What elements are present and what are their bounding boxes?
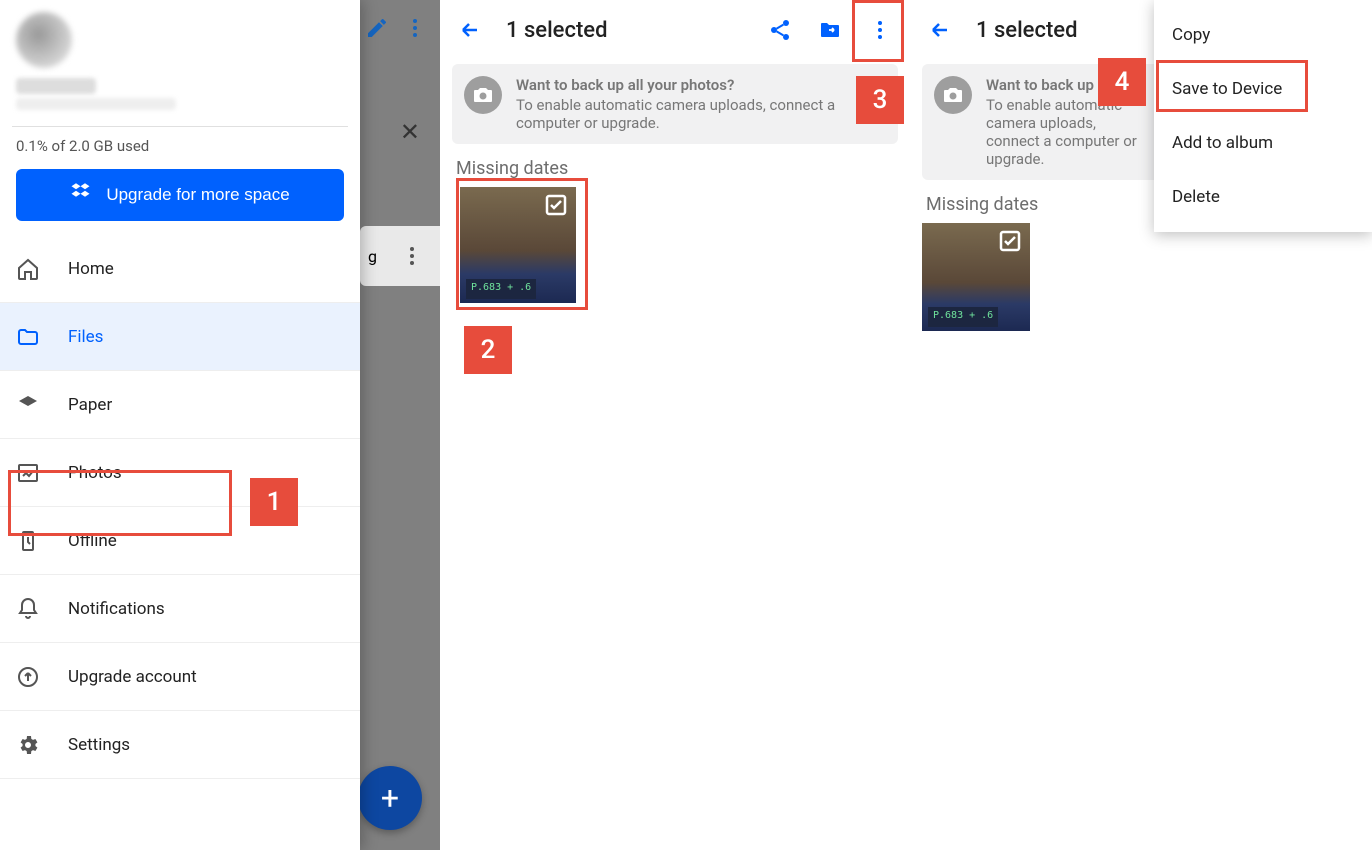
nav-upgrade[interactable]: Upgrade account	[0, 643, 360, 711]
image-icon	[16, 461, 40, 485]
nav-upgrade-label: Upgrade account	[68, 667, 197, 687]
thumbnail-overlay-text: P.683 + .6	[466, 279, 536, 299]
gear-icon	[16, 733, 40, 757]
callout-number-1: 1	[250, 478, 298, 526]
close-icon[interactable]: ✕	[360, 118, 440, 146]
storage-usage-text: 0.1% of 2.0 GB used	[0, 133, 360, 169]
upgrade-button[interactable]: Upgrade for more space	[16, 169, 344, 221]
nav-settings[interactable]: Settings	[0, 711, 360, 779]
callout-number-2: 2	[464, 326, 512, 374]
menu-item-add-to-album[interactable]: Add to album	[1154, 116, 1372, 170]
layers-icon	[16, 393, 40, 417]
user-name-blurred	[16, 78, 96, 94]
panel-1-drawer: ✕ g + 0.1% of 2.0 GB used Upgrade for mo…	[0, 0, 440, 850]
nav-home-label: Home	[68, 259, 114, 279]
nav-home[interactable]: Home	[0, 235, 360, 303]
back-button[interactable]	[448, 8, 492, 52]
drawer-header	[0, 0, 360, 116]
menu-item-save-to-device[interactable]: Save to Device	[1154, 62, 1372, 116]
nav-settings-label: Settings	[68, 735, 130, 755]
row-more-icon[interactable]	[392, 236, 432, 276]
camera-icon	[464, 76, 502, 114]
nav-notifications-label: Notifications	[68, 599, 165, 619]
backup-promo-banner[interactable]: Want to back up all your photos? To enab…	[452, 64, 898, 144]
photo-thumbnail[interactable]: P.683 + .6	[460, 187, 576, 303]
thumbnail-overlay-text: P.683 + .6	[928, 307, 998, 327]
menu-item-delete[interactable]: Delete	[1154, 170, 1372, 224]
share-button[interactable]	[758, 8, 802, 52]
promo-title: Want to back up all your photos?	[516, 76, 886, 94]
nav-offline-label: Offline	[68, 531, 117, 551]
panel-2-selected: 1 selected Want to back up all your phot…	[440, 0, 910, 850]
move-button[interactable]	[808, 8, 852, 52]
list-row-partial: g	[360, 226, 440, 286]
promo-subtitle: To enable automatic camera uploads, conn…	[986, 96, 1146, 168]
edit-icon[interactable]	[360, 8, 394, 48]
bell-icon	[16, 597, 40, 621]
fab-add[interactable]: +	[358, 766, 422, 830]
user-email-blurred	[16, 98, 176, 110]
nav-paper-label: Paper	[68, 395, 112, 415]
row-partial-text: g	[368, 247, 377, 266]
camera-icon	[934, 76, 972, 114]
nav-files[interactable]: Files	[0, 303, 360, 371]
background-dimmed: ✕ g	[360, 0, 440, 850]
upgrade-icon	[16, 665, 40, 689]
section-missing-dates: Missing dates	[440, 154, 910, 187]
checkbox-selected-icon[interactable]	[998, 229, 1024, 255]
back-button[interactable]	[918, 8, 962, 52]
divider	[12, 126, 348, 127]
nav-paper[interactable]: Paper	[0, 371, 360, 439]
home-icon	[16, 257, 40, 281]
appbar-title: 1 selected	[506, 18, 752, 43]
menu-item-copy[interactable]: Copy	[1154, 8, 1372, 62]
folder-icon	[16, 325, 40, 349]
promo-title: Want to back up all your photos?	[986, 76, 1106, 94]
nav-offline[interactable]: Offline	[0, 507, 360, 575]
offline-icon	[16, 529, 40, 553]
context-menu: Copy Save to Device Add to album Delete	[1154, 0, 1372, 232]
nav-files-label: Files	[68, 327, 103, 347]
callout-number-3: 3	[856, 76, 904, 124]
dropbox-icon	[70, 181, 94, 210]
panel-3-menu: 1 selected Want to back up all your phot…	[910, 0, 1372, 850]
promo-subtitle: To enable automatic camera uploads, conn…	[516, 96, 886, 132]
checkbox-selected-icon[interactable]	[544, 193, 570, 219]
upgrade-button-label: Upgrade for more space	[106, 185, 289, 205]
nav-notifications[interactable]: Notifications	[0, 575, 360, 643]
overflow-menu-button[interactable]	[858, 8, 902, 52]
appbar: 1 selected	[440, 0, 910, 60]
photo-thumbnail[interactable]: P.683 + .6	[922, 223, 1030, 331]
avatar[interactable]	[16, 12, 72, 68]
navigation-drawer: 0.1% of 2.0 GB used Upgrade for more spa…	[0, 0, 360, 850]
nav-photos-label: Photos	[68, 463, 122, 483]
nav-list: Home Files Paper Photos Offline Notifica…	[0, 235, 360, 850]
callout-number-4: 4	[1098, 58, 1146, 106]
nav-photos[interactable]: Photos	[0, 439, 360, 507]
more-vert-icon[interactable]	[398, 8, 432, 48]
